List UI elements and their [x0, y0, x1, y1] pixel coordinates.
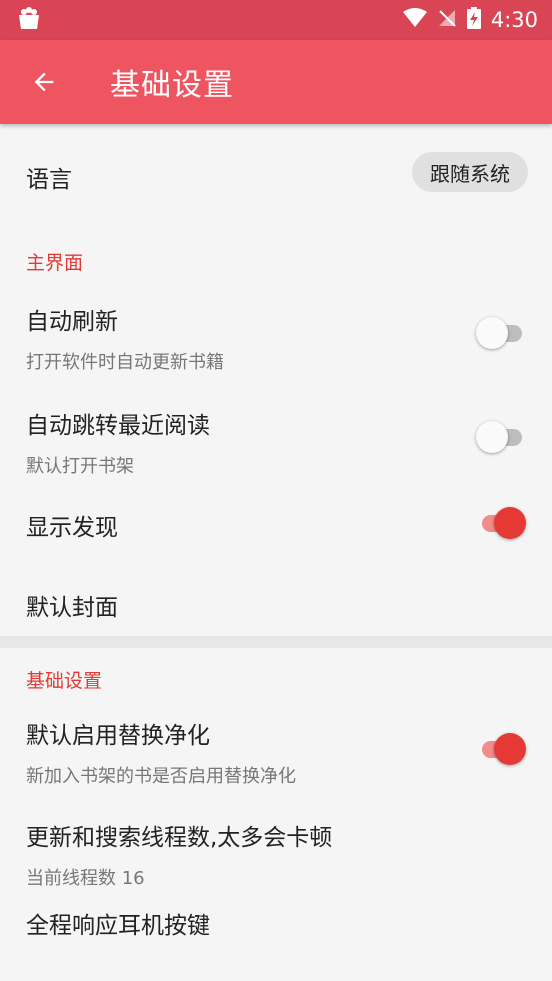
- auto-refresh-switch[interactable]: [476, 316, 526, 350]
- setting-title: 显示发现: [26, 515, 118, 541]
- auto-jump-switch[interactable]: [476, 420, 526, 454]
- setting-auto-refresh[interactable]: 自动刷新 打开软件时自动更新书籍: [0, 270, 552, 374]
- back-button[interactable]: [0, 40, 88, 124]
- setting-auto-jump-recent[interactable]: 自动跳转最近阅读 默认打开书架: [0, 374, 552, 478]
- page-title: 基础设置: [110, 68, 234, 103]
- battery-charging-icon: [466, 6, 481, 34]
- setting-default-cover[interactable]: 默认封面: [0, 558, 552, 636]
- language-setting[interactable]: 语言 跟随系统: [0, 124, 552, 222]
- arrow-left-icon: [34, 72, 54, 92]
- section-header-basic: 基础设置: [26, 670, 103, 692]
- replace-purify-switch[interactable]: [476, 732, 526, 766]
- app-bar: 基础设置: [0, 40, 552, 124]
- setting-show-discover[interactable]: 显示发现: [0, 478, 552, 558]
- setting-thread-count[interactable]: 更新和搜索线程数,太多会卡顿 当前线程数 16: [0, 792, 552, 890]
- setting-headset-buttons[interactable]: 全程响应耳机按键: [0, 890, 552, 970]
- setting-title: 全程响应耳机按键: [26, 913, 210, 939]
- setting-subtitle: 默认打开书架: [26, 456, 134, 477]
- no-signal-icon: [437, 8, 457, 33]
- setting-subtitle: 打开软件时自动更新书籍: [26, 352, 224, 373]
- language-value-chip[interactable]: 跟随系统: [412, 152, 528, 192]
- show-discover-switch[interactable]: [476, 506, 526, 540]
- setting-title: 自动跳转最近阅读: [26, 413, 210, 439]
- setting-subtitle: 当前线程数 16: [26, 868, 145, 889]
- setting-replace-purify[interactable]: 默认启用替换净化 新加入书架的书是否启用替换净化: [0, 688, 552, 792]
- settings-list: 语言 跟随系统 主界面 自动刷新 打开软件时自动更新书籍 自动跳转最近阅读 默认…: [0, 124, 552, 981]
- wifi-icon: [402, 7, 427, 33]
- section-header-main: 主界面: [26, 252, 84, 274]
- language-label: 语言: [26, 167, 72, 193]
- setting-title: 默认封面: [26, 595, 118, 621]
- setting-title: 更新和搜索线程数,太多会卡顿: [26, 825, 333, 851]
- setting-subtitle: 新加入书架的书是否启用替换净化: [26, 766, 296, 787]
- status-time: 4:30: [490, 8, 538, 32]
- section-divider: [0, 636, 552, 648]
- setting-title: 默认启用替换净化: [26, 723, 210, 749]
- status-bar: 4:30: [0, 0, 552, 40]
- setting-title: 自动刷新: [26, 309, 118, 335]
- app-notification-icon: [16, 6, 42, 34]
